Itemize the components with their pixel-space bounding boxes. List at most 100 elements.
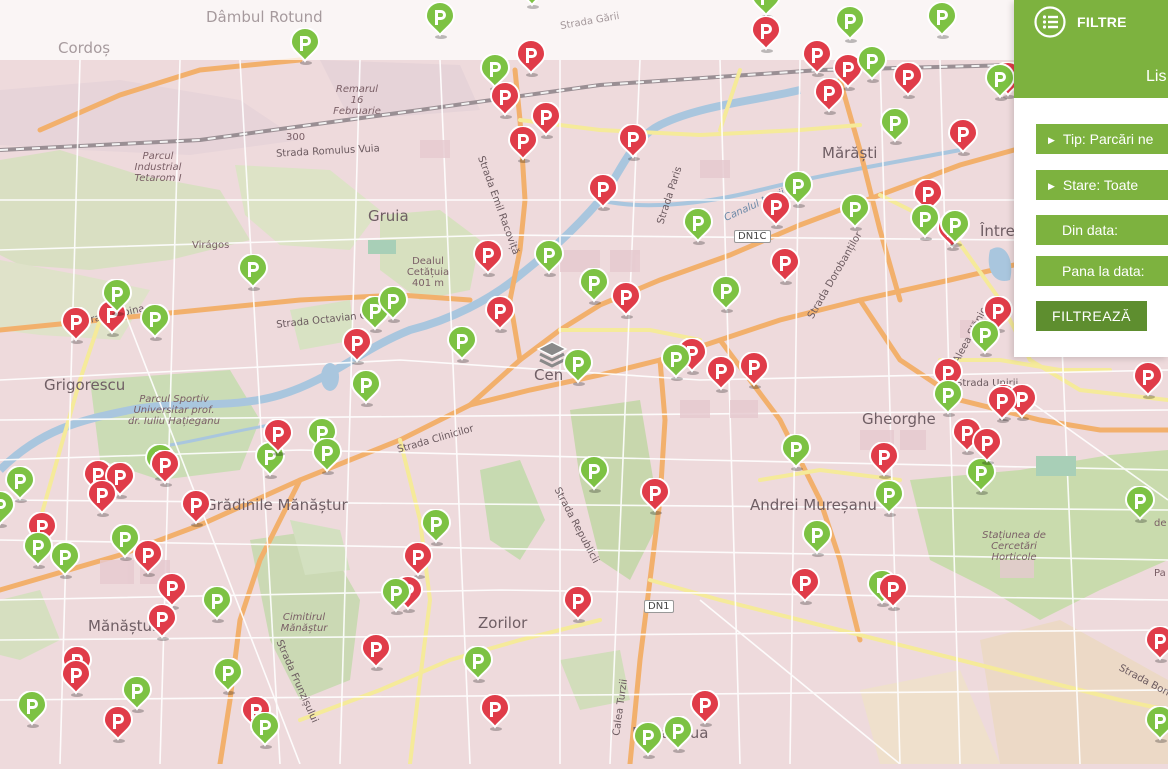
parking-pin-red[interactable]	[484, 296, 516, 334]
parking-pin-red[interactable]	[750, 16, 782, 54]
parking-pins-layer	[0, 0, 1168, 764]
parking-pin-green[interactable]	[201, 586, 233, 624]
parking-pin-green[interactable]	[424, 2, 456, 40]
parking-pin-red[interactable]	[515, 40, 547, 78]
parking-pin-green[interactable]	[49, 542, 81, 580]
parking-pin-green[interactable]	[462, 646, 494, 684]
parking-pin-red[interactable]	[1144, 626, 1168, 664]
parking-pin-red[interactable]	[617, 124, 649, 162]
parking-pin-red[interactable]	[472, 240, 504, 278]
parking-pin-green[interactable]	[139, 304, 171, 342]
parking-pin-red[interactable]	[479, 694, 511, 732]
parking-pin-green[interactable]	[249, 712, 281, 750]
parking-pin-green[interactable]	[632, 722, 664, 760]
parking-pin-red[interactable]	[738, 352, 770, 390]
parking-pin-red[interactable]	[639, 478, 671, 516]
parking-pin-red[interactable]	[341, 328, 373, 366]
type-filter-dropdown[interactable]: ▶ Tip: Parcări ne	[1036, 124, 1168, 154]
parking-pin-icon	[60, 307, 92, 344]
parking-pin-red[interactable]	[402, 542, 434, 580]
filter-submit-button[interactable]: FILTREAZĂ	[1036, 301, 1147, 331]
parking-pin-red[interactable]	[149, 450, 181, 488]
parking-pin-red[interactable]	[789, 568, 821, 606]
parking-pin-red[interactable]	[60, 660, 92, 698]
parking-pin-green[interactable]	[984, 64, 1016, 102]
parking-pin-red[interactable]	[146, 604, 178, 642]
parking-pin-red[interactable]	[801, 40, 833, 78]
parking-pin-red[interactable]	[489, 82, 521, 120]
parking-pin-green[interactable]	[1124, 486, 1156, 524]
parking-pin-icon	[639, 478, 671, 515]
parking-pin-green[interactable]	[237, 254, 269, 292]
parking-pin-green[interactable]	[289, 28, 321, 66]
parking-pin-green[interactable]	[446, 326, 478, 364]
parking-pin-green[interactable]	[932, 380, 964, 418]
parking-pin-icon	[813, 78, 845, 115]
parking-pin-green[interactable]	[109, 524, 141, 562]
parking-pin-red[interactable]	[986, 386, 1018, 424]
parking-pin-green[interactable]	[834, 6, 866, 44]
parking-pin-red[interactable]	[1132, 362, 1164, 400]
parking-pin-green[interactable]	[578, 456, 610, 494]
parking-pin-green[interactable]	[856, 46, 888, 84]
parking-pin-green[interactable]	[682, 208, 714, 246]
parking-pin-icon	[578, 268, 610, 305]
parking-pin-icon	[479, 694, 511, 731]
parking-pin-icon	[86, 480, 118, 517]
parking-pin-red[interactable]	[868, 442, 900, 480]
parking-pin-green[interactable]	[710, 276, 742, 314]
parking-pin-icon	[446, 326, 478, 363]
to-date-field[interactable]: Pana la data:	[1036, 256, 1168, 286]
parking-pin-red[interactable]	[102, 706, 134, 744]
parking-pin-green[interactable]	[939, 210, 971, 248]
parking-pin-red[interactable]	[562, 586, 594, 624]
parking-pin-green[interactable]	[311, 438, 343, 476]
parking-pin-green[interactable]	[879, 108, 911, 146]
parking-pin-red[interactable]	[86, 480, 118, 518]
parking-pin-icon	[939, 210, 971, 247]
parking-pin-icon	[180, 490, 212, 527]
parking-pin-green[interactable]	[377, 286, 409, 324]
parking-pin-red[interactable]	[971, 428, 1003, 466]
parking-pin-red[interactable]	[769, 248, 801, 286]
parking-pin-green[interactable]	[533, 240, 565, 278]
parking-pin-red[interactable]	[262, 419, 294, 457]
parking-pin-red[interactable]	[760, 192, 792, 230]
parking-pin-red[interactable]	[587, 174, 619, 212]
parking-pin-red[interactable]	[892, 62, 924, 100]
parking-pin-green[interactable]	[926, 2, 958, 40]
parking-pin-green[interactable]	[839, 194, 871, 232]
parking-pin-green[interactable]	[350, 370, 382, 408]
parking-pin-icon	[705, 356, 737, 393]
parking-pin-green[interactable]	[380, 578, 412, 616]
parking-pin-green[interactable]	[780, 434, 812, 472]
list-title[interactable]: Lis	[1146, 68, 1166, 86]
parking-pin-green[interactable]	[662, 716, 694, 754]
parking-pin-green[interactable]	[16, 691, 48, 729]
from-date-field[interactable]: Din data:	[1036, 215, 1168, 245]
parking-pin-red[interactable]	[947, 119, 979, 157]
parking-pin-red[interactable]	[877, 574, 909, 612]
parking-pin-green[interactable]	[660, 344, 692, 382]
parking-pin-red[interactable]	[813, 78, 845, 116]
parking-pin-red[interactable]	[360, 634, 392, 672]
parking-pin-green[interactable]	[1144, 706, 1168, 744]
parking-pin-red[interactable]	[180, 490, 212, 528]
parking-pin-green[interactable]	[578, 268, 610, 306]
parking-pin-red[interactable]	[610, 282, 642, 320]
parking-pin-green[interactable]	[0, 491, 16, 529]
parking-pin-green[interactable]	[969, 320, 1001, 358]
parking-pin-icon	[932, 380, 964, 417]
filter-toggle-button[interactable]: FILTRE	[1034, 6, 1127, 38]
status-filter-dropdown[interactable]: ▶ Stare: Toate	[1036, 170, 1168, 200]
parking-pin-green[interactable]	[101, 279, 133, 317]
parking-pin-green[interactable]	[516, 0, 548, 10]
parking-pin-red[interactable]	[705, 356, 737, 394]
parking-pin-green[interactable]	[873, 480, 905, 518]
parking-pin-red[interactable]	[60, 307, 92, 345]
parking-pin-green[interactable]	[562, 349, 594, 387]
parking-pin-green[interactable]	[212, 658, 244, 696]
parking-pin-red[interactable]	[507, 126, 539, 164]
parking-pin-icon	[262, 419, 294, 456]
parking-pin-green[interactable]	[801, 520, 833, 558]
